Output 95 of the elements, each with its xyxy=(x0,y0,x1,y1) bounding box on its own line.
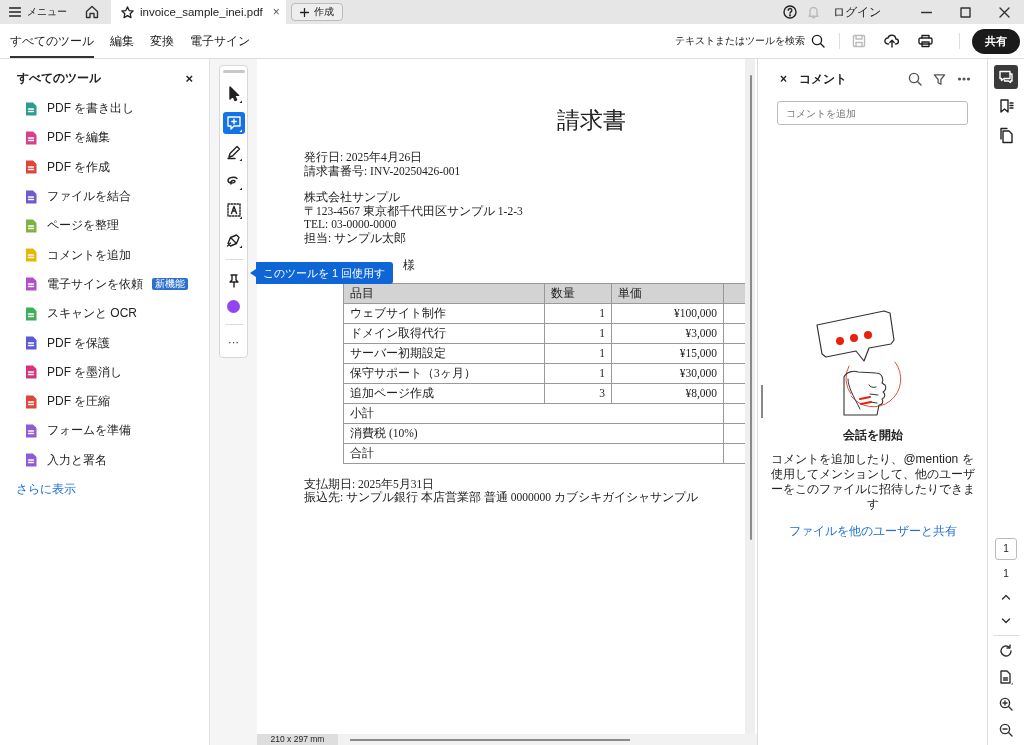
tool-item[interactable]: PDF を作成 xyxy=(0,152,209,182)
table-cell: 保守サポート（3ヶ月） xyxy=(343,363,545,384)
tool-item[interactable]: PDF を保護 xyxy=(0,328,209,358)
home-icon[interactable] xyxy=(85,5,99,19)
tool-item[interactable]: ページを整理 xyxy=(0,211,209,241)
document-text: 様 xyxy=(403,257,415,272)
tool-item[interactable]: 電子サインを依頼 新機能 xyxy=(0,269,209,300)
scrollbar[interactable] xyxy=(745,59,755,734)
rotate-icon[interactable] xyxy=(999,644,1013,658)
fit-page-icon[interactable] xyxy=(999,670,1013,685)
column-header: 単価 xyxy=(611,283,724,304)
table-cell: 1 xyxy=(544,323,612,344)
zoom-in-icon[interactable] xyxy=(999,697,1013,711)
create-button[interactable]: 作成 xyxy=(290,3,343,21)
page-size-label: 210 x 297 mm xyxy=(257,734,338,745)
share-file-link[interactable]: ファイルを他のユーザーと共有 xyxy=(788,523,957,540)
page-count: 1 xyxy=(1003,568,1009,579)
menu-icon xyxy=(9,7,21,17)
table-cell: 3 xyxy=(544,383,612,404)
printer-icon[interactable] xyxy=(918,34,933,48)
toolbar-tab[interactable]: 電子サイン xyxy=(190,24,250,58)
tool-item[interactable]: フォームを準備 xyxy=(0,416,209,446)
table-cell: ¥8,000 xyxy=(611,383,724,404)
scroll-thumb[interactable] xyxy=(350,738,630,741)
table-cell: 1 xyxy=(544,363,612,384)
panel-title: コメント xyxy=(799,70,847,88)
maximize-icon[interactable] xyxy=(960,6,971,18)
document-text: 発行日: 2025年4月26日 xyxy=(304,151,423,165)
login-link[interactable]: ログイン xyxy=(833,4,881,20)
empty-state-text: コメントを追加したり、@mention を使用してメンションして、他のユーザーをこのファイルに招待したりできます xyxy=(769,452,976,512)
panel-title: すべてのツール xyxy=(17,69,101,87)
tool-item[interactable]: PDF を編集 xyxy=(0,123,209,153)
search-icon[interactable] xyxy=(811,34,825,48)
close-icon[interactable] xyxy=(999,6,1010,18)
document-text: 株式会社サンプル xyxy=(304,191,400,205)
document-title: 請求書 xyxy=(557,107,627,135)
document-text: 〒123-4567 東京都千代田区サンプル 1-2-3 xyxy=(304,204,523,219)
column-header: 品目 xyxy=(343,283,545,304)
tab-title: invoice_sample_inei.pdf xyxy=(140,6,263,18)
document-text: 支払期日: 2025年5月31日 xyxy=(304,477,435,491)
table-cell: 小計 xyxy=(343,403,724,424)
scroll-thumb[interactable] xyxy=(750,75,752,540)
drag-handle[interactable] xyxy=(222,70,245,73)
comment-input-field[interactable]: コメントを追加 xyxy=(777,101,968,125)
tool-item[interactable]: PDF を墨消し xyxy=(0,357,209,387)
table-cell: ¥30,000 xyxy=(611,363,724,384)
table-cell: ¥100,000 xyxy=(611,303,724,324)
toolbar-tab[interactable]: 編集 xyxy=(110,24,134,58)
resize-handle[interactable] xyxy=(761,385,763,418)
table-cell: 消費税 (10%) xyxy=(343,423,724,444)
table-cell: ¥3,000 xyxy=(611,323,724,344)
star-icon xyxy=(121,5,134,19)
new-badge: 新機能 xyxy=(152,278,188,291)
table-cell: 1 xyxy=(544,303,612,324)
document-text: 担当: サンプル太郎 xyxy=(304,231,407,246)
table-cell: 追加ページ作成 xyxy=(343,383,545,404)
table-cell: ¥15,000 xyxy=(611,343,724,364)
document-text: 振込先: サンプル銀行 本店営業部 普通 0000000 カブシキガイシャサンプル xyxy=(304,491,698,505)
page-number-field[interactable]: 1 xyxy=(995,538,1017,560)
zoom-out-icon[interactable] xyxy=(999,723,1013,737)
search-link[interactable]: テキストまたはツールを検索 xyxy=(675,34,805,48)
tool-item[interactable]: スキャンと OCR xyxy=(0,299,209,329)
comments-icon[interactable] xyxy=(994,65,1018,89)
close-button[interactable]: × xyxy=(272,5,280,19)
tooltip: このツールを 1 回使用す xyxy=(250,262,394,284)
comment-add-icon[interactable] xyxy=(222,111,245,134)
table-cell: サーバー初期設定 xyxy=(343,343,545,364)
tool-item[interactable]: PDF を圧縮 xyxy=(0,386,209,417)
close-button[interactable]: × xyxy=(780,72,787,86)
column-header: 数量 xyxy=(544,283,612,304)
menu-button[interactable]: メニュー xyxy=(0,0,73,24)
tool-item[interactable]: 入力と署名 xyxy=(0,445,209,475)
more-button[interactable]: ··· xyxy=(228,331,239,351)
table-cell: ウェブサイト制作 xyxy=(343,303,545,324)
share-button[interactable]: 共有 xyxy=(972,28,1020,54)
plus-icon xyxy=(299,7,309,17)
filter-icon[interactable] xyxy=(933,72,946,86)
tool-item[interactable]: コメントを追加 xyxy=(0,240,209,270)
help-icon[interactable] xyxy=(783,5,797,19)
toolbar-tab[interactable]: 変換 xyxy=(150,24,174,58)
empty-state-title: 会話を開始 xyxy=(842,427,903,444)
table-cell: 1 xyxy=(544,343,612,364)
close-button[interactable]: × xyxy=(185,70,193,86)
table-cell: 合計 xyxy=(343,443,724,464)
color-swatch[interactable] xyxy=(227,300,240,313)
search-icon[interactable] xyxy=(908,72,922,86)
toolbar-tab[interactable]: すべてのツール xyxy=(10,24,94,58)
document-text: TEL: 03-0000-0000 xyxy=(304,218,397,232)
document-text: 請求書番号: INV-20250426-001 xyxy=(304,164,461,179)
show-more-link[interactable]: さらに表示 xyxy=(16,480,76,498)
cloud-upload-icon[interactable] xyxy=(884,34,900,48)
table-cell: ドメイン取得代行 xyxy=(343,323,545,344)
document-tab[interactable]: invoice_sample_inei.pdf × xyxy=(111,0,286,24)
tool-item[interactable]: ファイルを結合 xyxy=(0,181,209,212)
tool-item[interactable]: PDF を書き出し xyxy=(0,94,209,124)
